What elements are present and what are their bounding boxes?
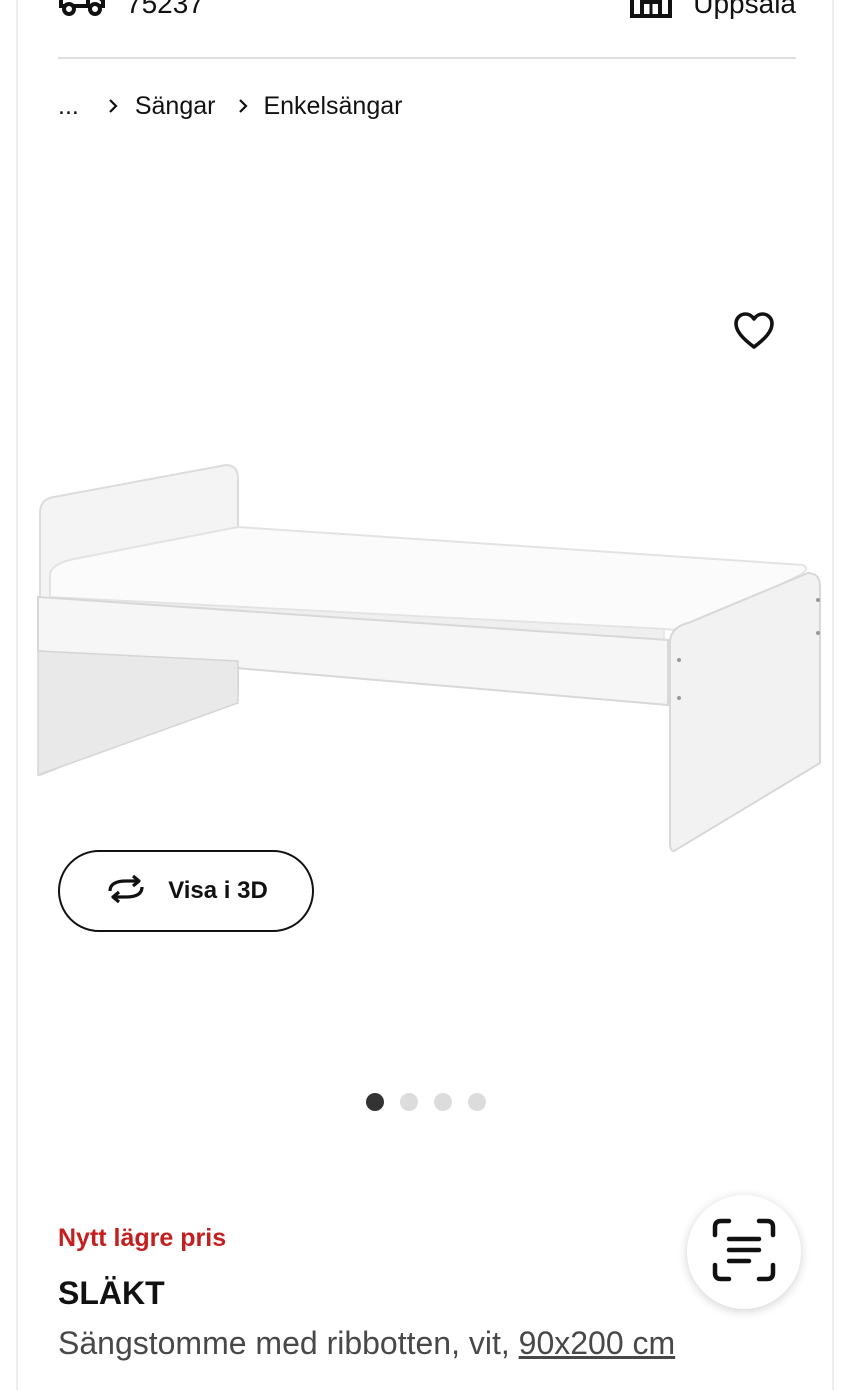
gallery-dot-2[interactable] bbox=[400, 1093, 418, 1111]
breadcrumb: ... Sängar Enkelsängar bbox=[58, 92, 402, 121]
store-location[interactable]: Uppsala bbox=[629, 0, 796, 23]
view-3d-label: Visa i 3D bbox=[168, 877, 268, 904]
store-name: Uppsala bbox=[693, 0, 796, 19]
gallery-dot-3[interactable] bbox=[434, 1093, 452, 1111]
bed-illustration bbox=[37, 463, 821, 853]
scan-text-icon bbox=[711, 1217, 777, 1288]
scan-text-button[interactable] bbox=[687, 1195, 801, 1309]
delivery-location[interactable]: 75237 bbox=[58, 0, 204, 23]
delivery-postcode: 75237 bbox=[126, 0, 204, 19]
location-bar: 75237 Uppsala bbox=[58, 0, 796, 24]
store-icon bbox=[629, 0, 673, 23]
rotate-3d-icon bbox=[104, 874, 148, 909]
breadcrumb-ellipsis[interactable]: ... bbox=[58, 92, 79, 121]
breadcrumb-item-enkelsangar[interactable]: Enkelsängar bbox=[263, 92, 402, 121]
view-3d-button[interactable]: Visa i 3D bbox=[58, 850, 314, 932]
favorite-button[interactable] bbox=[732, 309, 776, 353]
product-name: SLÄKT bbox=[58, 1275, 165, 1311]
product-size-link[interactable]: 90x200 cm bbox=[519, 1325, 676, 1361]
breadcrumb-item-sangar[interactable]: Sängar bbox=[135, 92, 216, 121]
product-image[interactable] bbox=[28, 455, 828, 865]
product-description: Sängstomme med ribbotten, vit, 90x200 cm bbox=[58, 1325, 675, 1362]
promo-label: Nytt lägre pris bbox=[58, 1224, 227, 1252]
gallery-pagination bbox=[366, 1093, 486, 1111]
product-description-text: Sängstomme med ribbotten, vit, bbox=[58, 1325, 519, 1361]
chevron-right-icon bbox=[237, 94, 249, 120]
gallery-dot-1[interactable] bbox=[366, 1093, 384, 1111]
gallery-dot-4[interactable] bbox=[468, 1093, 486, 1111]
truck-icon bbox=[58, 0, 106, 23]
chevron-right-icon bbox=[107, 94, 119, 120]
header-divider bbox=[58, 57, 796, 59]
heart-icon bbox=[732, 312, 776, 357]
